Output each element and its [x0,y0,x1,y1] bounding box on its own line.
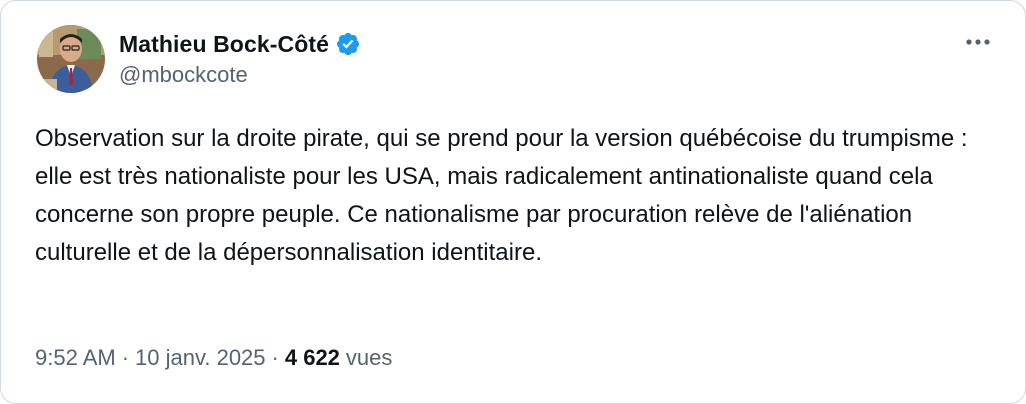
views-count: 4 622 [284,345,340,370]
author-handle[interactable]: @mbockcote [119,62,361,88]
post-text: Observation sur la droite pirate, qui se… [35,125,968,266]
author-display-name[interactable]: Mathieu Bock-Côté [119,31,329,58]
post-metadata: 9:52 AM · 10 janv. 2025 · 4 622 vues [35,345,392,371]
author-header: Mathieu Bock-Côté @mbockcote [119,29,361,88]
more-horizontal-icon [966,39,990,45]
post-time[interactable]: 9:52 AM [35,345,116,371]
avatar-image [37,25,105,93]
meta-separator: · [121,345,130,370]
avatar[interactable] [37,25,105,93]
meta-separator: · [271,345,279,370]
post-date[interactable]: 10 janv. 2025 [135,345,265,371]
more-options-button[interactable] [961,29,995,55]
tweet-card: Mathieu Bock-Côté @mbockcote Observation… [0,0,1026,404]
name-row: Mathieu Bock-Côté [119,29,361,59]
verified-badge-icon[interactable] [335,31,361,57]
views-label: vues [345,345,393,370]
